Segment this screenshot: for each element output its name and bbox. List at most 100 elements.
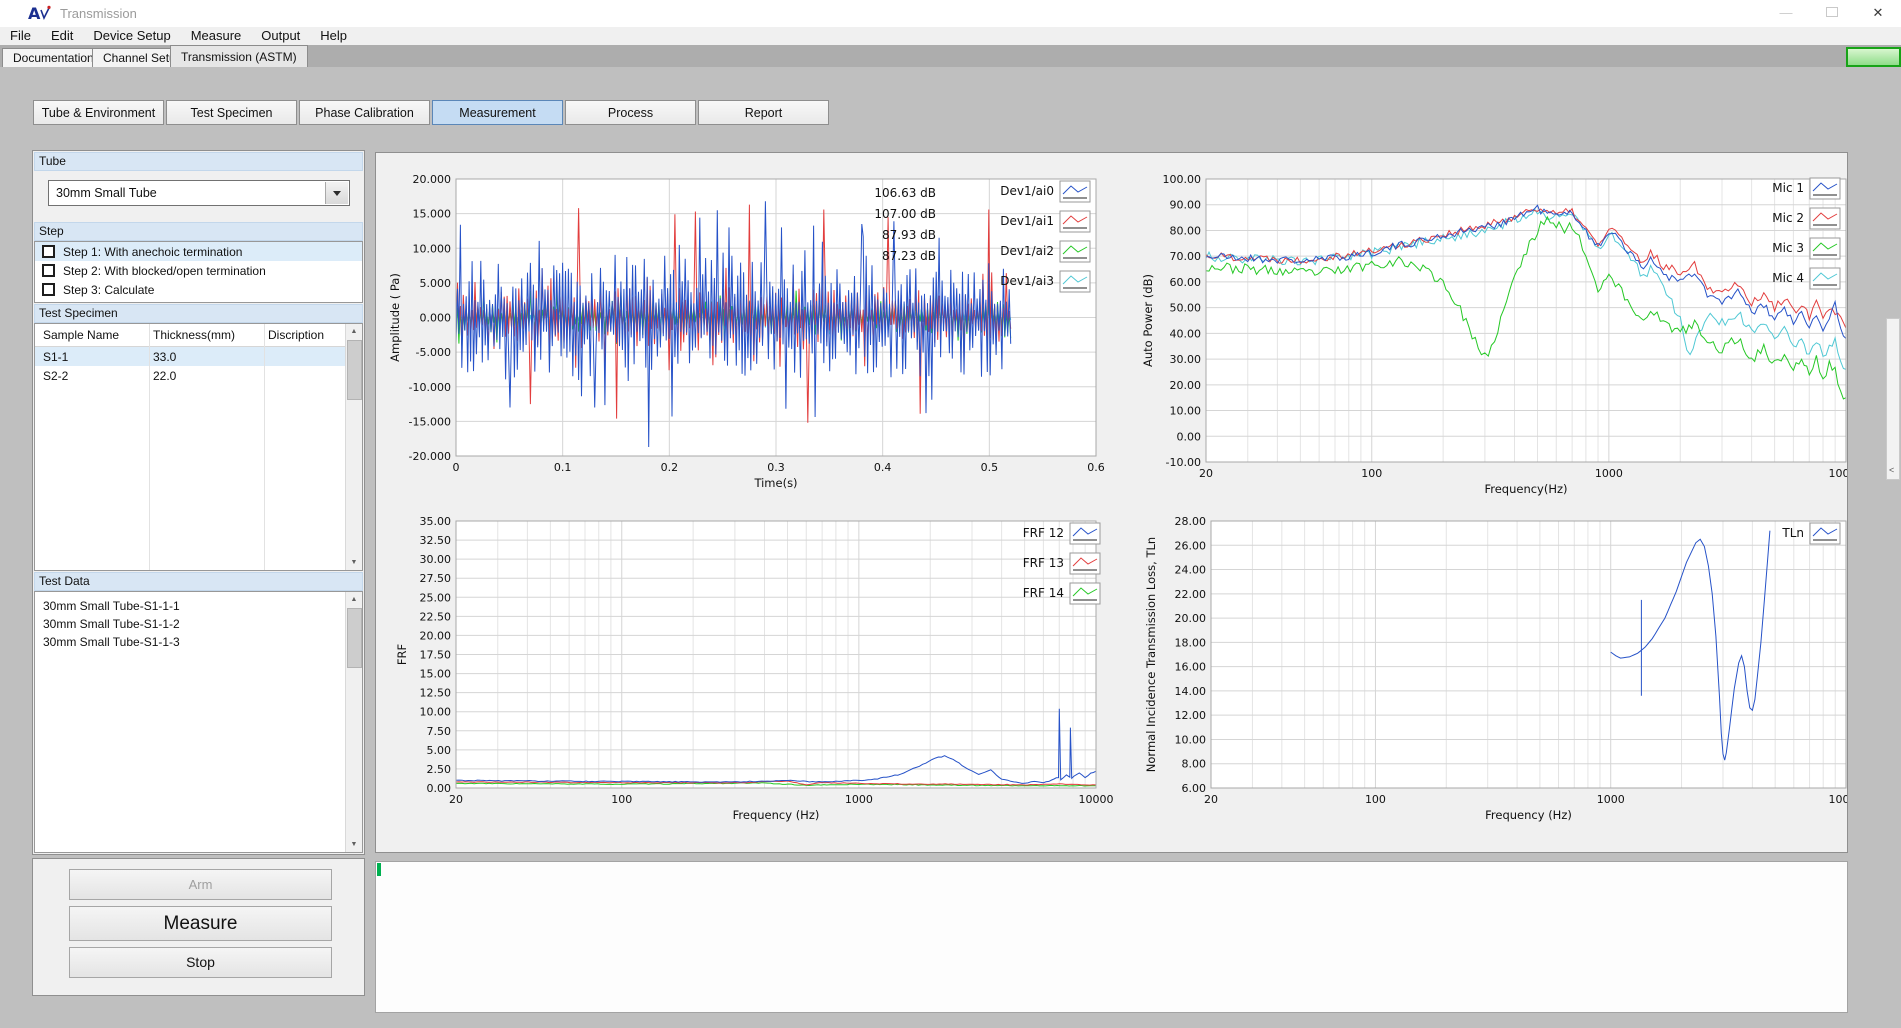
svg-text:-20.000: -20.000	[409, 450, 451, 463]
scrollbar-thumb[interactable]	[347, 340, 362, 400]
checkbox-icon[interactable]	[42, 264, 55, 277]
svg-text:100.00: 100.00	[1163, 173, 1202, 186]
subtab-bar: Tube & Environment Test Specimen Phase C…	[33, 100, 831, 125]
title-bar: A Transmission — ✕	[0, 0, 1901, 27]
menu-edit[interactable]: Edit	[41, 27, 83, 45]
subtab-process[interactable]: Process	[565, 100, 696, 125]
svg-text:0.2: 0.2	[661, 461, 679, 474]
cell-sample-name: S1-1	[35, 350, 149, 364]
cell-sample-name: S2-2	[35, 369, 149, 383]
step-item-2[interactable]: Step 2: With blocked/open termination	[35, 261, 362, 280]
svg-text:30.00: 30.00	[420, 553, 452, 566]
tube-select[interactable]: 30mm Small Tube	[48, 180, 350, 206]
svg-text:10.000: 10.000	[413, 242, 452, 255]
checkbox-icon[interactable]	[42, 245, 55, 258]
svg-text:90.00: 90.00	[1170, 199, 1202, 212]
svg-text:20: 20	[1199, 467, 1213, 480]
svg-text:0.00: 0.00	[427, 782, 452, 795]
menu-file[interactable]: File	[0, 27, 41, 45]
column-divider	[149, 324, 150, 570]
subtab-measurement[interactable]: Measurement	[432, 100, 563, 125]
svg-text:20.00: 20.00	[420, 629, 452, 642]
chart-panel: 00.10.20.30.40.50.620.00015.00010.0005.0…	[375, 152, 1848, 853]
subtab-phase-calibration[interactable]: Phase Calibration	[299, 100, 430, 125]
svg-text:0.00: 0.00	[1177, 430, 1202, 443]
app-logo-icon: A	[28, 4, 52, 23]
column-header-thickness[interactable]: Thickness(mm)	[149, 328, 264, 342]
svg-text:20.00: 20.00	[1170, 379, 1202, 392]
svg-text:16.00: 16.00	[1175, 661, 1207, 674]
svg-text:0.1: 0.1	[554, 461, 572, 474]
svg-text:0.6: 0.6	[1087, 461, 1105, 474]
svg-text:28.00: 28.00	[1175, 515, 1207, 528]
arm-button[interactable]: Arm	[69, 869, 332, 900]
collapse-arrow-icon[interactable]: <	[1889, 465, 1894, 475]
chart-transmission-loss: 2010010001000028.0026.0024.0022.0020.001…	[1144, 515, 1847, 822]
list-item[interactable]: 30mm Small Tube-S1-1-1	[35, 597, 362, 615]
menu-output[interactable]: Output	[251, 27, 310, 45]
minimize-button[interactable]: —	[1763, 0, 1809, 27]
svg-text:0.3: 0.3	[767, 461, 785, 474]
table-row[interactable]: S2-2 22.0	[35, 366, 362, 385]
column-header-sample-name[interactable]: Sample Name	[35, 328, 149, 342]
svg-text:20.000: 20.000	[413, 173, 452, 186]
log-cursor	[377, 863, 381, 876]
subtab-test-specimen[interactable]: Test Specimen	[166, 100, 297, 125]
tab-documentation[interactable]: Documentation	[2, 48, 105, 67]
command-button-box: Arm Measure Stop	[32, 858, 365, 996]
checkbox-icon[interactable]	[42, 283, 55, 296]
svg-text:106.63 dB: 106.63 dB	[874, 186, 936, 200]
list-item[interactable]: 30mm Small Tube-S1-1-2	[35, 615, 362, 633]
svg-text:-10.00: -10.00	[1166, 456, 1201, 469]
table-row[interactable]: S1-1 33.0	[35, 347, 362, 366]
svg-text:1000: 1000	[845, 793, 873, 806]
svg-text:20.00: 20.00	[1175, 612, 1207, 625]
app-window: A Transmission — ✕ File Edit Device Setu…	[0, 0, 1901, 1028]
svg-text:5.000: 5.000	[420, 277, 452, 290]
scrollbar-thumb[interactable]	[347, 608, 362, 668]
scroll-up-icon[interactable]: ▲	[346, 324, 362, 339]
column-divider	[264, 324, 265, 570]
svg-text:7.50: 7.50	[427, 725, 452, 738]
column-header-discription[interactable]: Discription	[264, 328, 336, 342]
scroll-down-icon[interactable]: ▼	[346, 837, 362, 852]
svg-text:107.00 dB: 107.00 dB	[874, 207, 936, 221]
svg-text:10.00: 10.00	[1175, 733, 1207, 746]
svg-text:22.00: 22.00	[1175, 588, 1207, 601]
stop-button[interactable]: Stop	[69, 947, 332, 978]
list-item[interactable]: 30mm Small Tube-S1-1-3	[35, 633, 362, 651]
step-list: Step 1: With anechoic termination Step 2…	[34, 241, 363, 303]
svg-text:Frequency(Hz): Frequency(Hz)	[1484, 482, 1567, 496]
tube-select-dropdown-button[interactable]	[325, 182, 348, 204]
menu-help[interactable]: Help	[310, 27, 357, 45]
measure-button[interactable]: Measure	[69, 906, 332, 941]
menu-measure[interactable]: Measure	[181, 27, 252, 45]
svg-text:15.000: 15.000	[413, 208, 452, 221]
chart-auto-power: 20100100010000100.0090.0080.0070.0060.00…	[1141, 173, 1847, 496]
tube-select-value: 30mm Small Tube	[49, 181, 349, 200]
svg-text:FRF: FRF	[395, 644, 409, 665]
close-button[interactable]: ✕	[1855, 0, 1901, 27]
step-item-3[interactable]: Step 3: Calculate	[35, 280, 362, 299]
menu-device-setup[interactable]: Device Setup	[83, 27, 180, 45]
subtab-report[interactable]: Report	[698, 100, 829, 125]
table-header-row: Sample Name Thickness(mm) Discription	[35, 324, 362, 347]
list-scrollbar[interactable]: ▲ ▼	[345, 592, 362, 852]
table-scrollbar[interactable]: ▲ ▼	[345, 324, 362, 570]
svg-text:Dev1/ai3: Dev1/ai3	[1000, 274, 1054, 288]
tab-transmission-astm[interactable]: Transmission (ASTM)	[170, 45, 308, 67]
step-item-label: Step 3: Calculate	[63, 283, 154, 297]
svg-text:100: 100	[1361, 467, 1382, 480]
subtab-tube-environment[interactable]: Tube & Environment	[33, 100, 164, 125]
svg-text:FRF 14: FRF 14	[1023, 586, 1064, 600]
scroll-up-icon[interactable]: ▲	[346, 592, 362, 607]
step-item-1[interactable]: Step 1: With anechoic termination	[35, 242, 362, 261]
svg-text:22.50: 22.50	[420, 610, 452, 623]
charts-canvas: 00.10.20.30.40.50.620.00015.00010.0005.0…	[376, 153, 1847, 852]
svg-text:Amplitude ( Pa): Amplitude ( Pa)	[388, 273, 402, 362]
maximize-button[interactable]	[1809, 0, 1855, 27]
svg-text:A: A	[28, 4, 41, 23]
scroll-down-icon[interactable]: ▼	[346, 555, 362, 570]
right-scrollbar[interactable]: <	[1886, 318, 1900, 480]
svg-text:100: 100	[611, 793, 632, 806]
